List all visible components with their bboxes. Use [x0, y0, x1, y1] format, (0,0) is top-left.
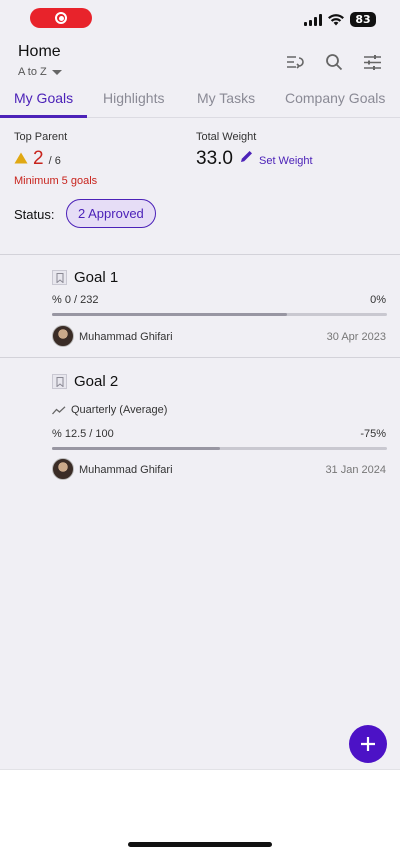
sort-label: A to Z	[18, 66, 47, 78]
tab-highlights[interactable]: Highlights	[103, 90, 164, 106]
total-weight-value: 33.0	[196, 148, 233, 169]
goal-due-date: 31 Jan 2024	[325, 464, 386, 476]
search-icon	[326, 54, 343, 71]
goal-title: Goal 2	[74, 373, 119, 390]
bookmark-icon[interactable]	[52, 270, 67, 285]
tab-my-tasks[interactable]: My Tasks	[197, 90, 255, 106]
goal-progress-text: % 12.5 / 100	[52, 428, 114, 440]
goals-summary: Top Parent 2 / 6 Minimum 5 goals Total W…	[0, 118, 400, 255]
minimum-goals-warning: Minimum 5 goals	[14, 175, 98, 187]
record-icon	[55, 12, 67, 24]
goal-owner: Muhammad Ghifari	[79, 464, 173, 476]
screen-recording-indicator[interactable]	[30, 8, 92, 28]
home-indicator[interactable]	[128, 842, 272, 847]
top-parent-total: / 6	[48, 155, 61, 167]
search-button[interactable]	[324, 52, 344, 72]
top-parent-value: 2 / 6	[14, 148, 61, 170]
goal-progress-bar	[52, 447, 387, 450]
status-bar: 83	[0, 0, 400, 40]
set-weight-button[interactable]: Set Weight	[239, 149, 313, 167]
goal-progress-fill	[52, 447, 220, 450]
chevron-down-icon	[51, 69, 62, 75]
sort-order-icon	[287, 56, 304, 69]
status-icons: 83	[304, 12, 376, 27]
goal-title: Goal 1	[74, 269, 119, 286]
warning-icon	[14, 152, 28, 164]
goal-progress-fill	[52, 313, 287, 316]
top-parent-count: 2	[33, 148, 44, 169]
goal-card[interactable]: Goal 1 % 0 / 232 0% Muhammad Ghifari 30 …	[0, 256, 400, 358]
bookmark-icon[interactable]	[52, 374, 67, 389]
goal-progress-percent: 0%	[370, 294, 386, 306]
wifi-icon	[328, 13, 344, 25]
avatar	[52, 458, 74, 480]
filter-button[interactable]	[362, 52, 382, 72]
total-weight-label: Total Weight	[196, 131, 257, 143]
plus-icon	[361, 737, 375, 751]
tab-bar: My Goals Highlights My Tasks Company Goa…	[0, 86, 400, 118]
battery-indicator: 83	[350, 12, 376, 27]
set-weight-label: Set Weight	[258, 155, 313, 167]
total-weight: 33.0 Set Weight	[196, 148, 313, 170]
goal-period: Quarterly (Average)	[52, 404, 167, 416]
status-label: Status:	[14, 207, 55, 222]
page-title: Home	[18, 43, 61, 60]
cellular-signal-icon	[304, 13, 322, 26]
status-badge-approved[interactable]: 2 Approved	[66, 199, 156, 228]
sort-dropdown[interactable]: A to Z	[18, 66, 62, 78]
goal-due-date: 30 Apr 2023	[326, 331, 386, 343]
avatar	[52, 325, 74, 347]
goal-progress-percent: -75%	[360, 428, 386, 440]
tab-my-goals[interactable]: My Goals	[14, 90, 73, 106]
sort-order-button[interactable]	[286, 52, 306, 72]
pencil-icon	[240, 151, 252, 162]
app-header: Home A to Z	[0, 40, 400, 86]
goal-progress-bar	[52, 313, 387, 316]
top-parent-label: Top Parent	[14, 131, 68, 143]
trend-icon	[52, 405, 66, 414]
add-goal-button[interactable]	[349, 725, 387, 763]
goal-progress-text: % 0 / 232	[52, 294, 99, 306]
goal-period-label: Quarterly (Average)	[71, 404, 168, 416]
goal-card[interactable]: Goal 2 Quarterly (Average) % 12.5 / 100 …	[0, 359, 400, 484]
tab-company-goals[interactable]: Company Goals	[285, 90, 385, 106]
filter-sliders-icon	[363, 54, 381, 70]
goal-owner: Muhammad Ghifari	[79, 331, 173, 343]
bottom-area	[0, 769, 400, 848]
